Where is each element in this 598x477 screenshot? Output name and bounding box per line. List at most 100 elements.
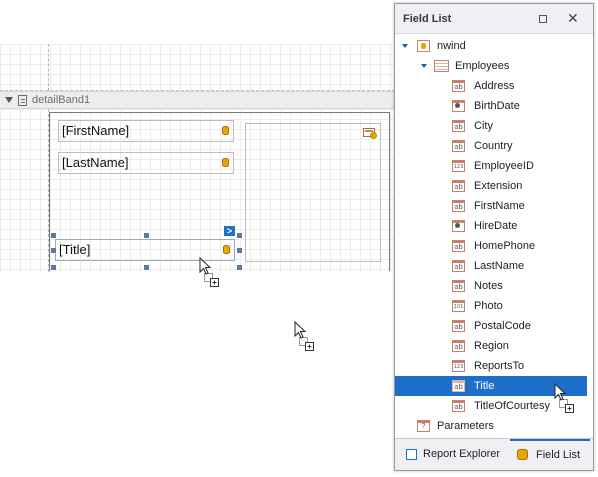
text-field-icon: ab — [452, 320, 465, 332]
resize-handle[interactable] — [237, 248, 242, 253]
lastname-expression: [LastName] — [62, 155, 129, 170]
resize-handle[interactable] — [144, 233, 149, 238]
tree-field-extension[interactable]: ab Extension — [395, 176, 587, 196]
band-collapse-caret-icon[interactable] — [5, 97, 13, 103]
picture-box-control[interactable] — [245, 123, 381, 262]
parameters-label: Parameters — [437, 420, 494, 432]
number-field-icon: 123 — [452, 360, 465, 372]
field-label: Address — [474, 80, 515, 92]
tree-field-notes[interactable]: ab Notes — [395, 276, 587, 296]
resize-handle[interactable] — [51, 265, 56, 270]
parameters-icon: ? — [417, 420, 430, 432]
field-label: Notes — [474, 280, 503, 292]
drag-cursor-icon — [199, 257, 219, 287]
band-label: detailBand1 — [32, 94, 91, 106]
datasource-icon — [417, 40, 430, 52]
tree-field-birthdate[interactable]: BirthDate — [395, 96, 587, 116]
date-field-icon — [452, 220, 465, 232]
drag-cursor-icon — [294, 321, 314, 351]
text-field-icon: ab — [452, 280, 465, 292]
field-label: EmployeeID — [474, 160, 534, 172]
table-label: Employees — [455, 60, 510, 72]
text-field-icon: ab — [452, 200, 465, 212]
tree-field-lastname[interactable]: ab LastName — [395, 256, 587, 276]
top-margin-band[interactable] — [0, 44, 395, 91]
field-label: HomePhone — [474, 240, 536, 252]
resize-handle[interactable] — [237, 233, 242, 238]
database-bound-icon — [223, 245, 230, 254]
tree-field-homephone[interactable]: ab HomePhone — [395, 236, 587, 256]
field-label: Extension — [474, 180, 523, 192]
tree-field-region[interactable]: ab Region — [395, 336, 587, 356]
tree-field-reportsto[interactable]: 123 ReportsTo — [395, 356, 587, 376]
tree-node-table[interactable]: Employees — [395, 56, 587, 76]
text-field-icon: ab — [452, 260, 465, 272]
tree-field-country[interactable]: ab Country — [395, 136, 587, 156]
field-label: PostalCode — [474, 320, 531, 332]
field-tree[interactable]: nwind Employees ab Address BirthDate ab Ci… — [395, 34, 593, 434]
panel-tabs-bar: Report Explorer Field List — [395, 438, 593, 470]
text-field-icon: ab — [452, 400, 465, 412]
field-list-tab-icon — [517, 449, 528, 460]
tree-field-photo[interactable]: 101 Photo — [395, 296, 587, 316]
text-field-icon: ab — [452, 120, 465, 132]
smart-tag-button[interactable]: > — [224, 226, 235, 236]
title-expression: [Title] — [59, 242, 91, 257]
number-field-icon: 123 — [452, 160, 465, 172]
binary-field-icon: 101 — [452, 300, 465, 312]
text-field-icon: ab — [452, 380, 465, 392]
resize-handle[interactable] — [51, 248, 56, 253]
text-field-icon: ab — [452, 240, 465, 252]
text-field-icon: ab — [452, 140, 465, 152]
field-label: Region — [474, 340, 509, 352]
band-icon — [18, 94, 27, 106]
maximize-icon[interactable] — [539, 15, 547, 23]
expand-caret-icon[interactable] — [421, 64, 427, 68]
field-label: LastName — [474, 260, 525, 272]
expand-caret-icon[interactable] — [402, 44, 408, 48]
tree-field-hiredate[interactable]: HireDate — [395, 216, 587, 236]
field-label: Photo — [474, 300, 503, 312]
image-bound-icon — [363, 128, 377, 139]
field-list-title: Field List — [403, 12, 452, 25]
tab-field-list[interactable]: Field List — [510, 439, 590, 470]
field-label: City — [474, 120, 493, 132]
close-icon[interactable]: ✕ — [567, 11, 579, 25]
resize-handle[interactable] — [51, 233, 56, 238]
detail-band-header[interactable]: detailBand1 — [0, 91, 395, 109]
field-label: FirstName — [474, 200, 525, 212]
tree-node-parameters[interactable]: ? Parameters — [395, 416, 587, 436]
field-label: BirthDate — [474, 100, 520, 112]
field-label: Country — [474, 140, 513, 152]
datasource-label: nwind — [437, 40, 466, 52]
lastname-label-control[interactable]: [LastName] — [58, 152, 234, 174]
field-label: Title — [474, 380, 495, 392]
field-label: TitleOfCourtesy — [474, 400, 551, 412]
date-field-icon — [452, 100, 465, 112]
database-bound-icon — [222, 126, 229, 135]
resize-handle[interactable] — [237, 265, 242, 270]
field-list-header[interactable]: Field List ✕ — [395, 4, 593, 34]
field-label: ReportsTo — [474, 360, 525, 372]
database-bound-icon — [222, 158, 229, 167]
table-icon — [434, 60, 449, 72]
text-field-icon: ab — [452, 80, 465, 92]
firstname-expression: [FirstName] — [62, 123, 130, 138]
tree-field-postalcode[interactable]: ab PostalCode — [395, 316, 587, 336]
text-field-icon: ab — [452, 180, 465, 192]
tab-field-list-label: Field List — [536, 449, 581, 461]
tab-report-explorer-label: Report Explorer — [423, 448, 501, 460]
tree-field-employeeid[interactable]: 123 EmployeeID — [395, 156, 587, 176]
tree-field-city[interactable]: ab City — [395, 116, 587, 136]
resize-handle[interactable] — [144, 265, 149, 270]
tree-field-firstname[interactable]: ab FirstName — [395, 196, 587, 216]
tree-field-address[interactable]: ab Address — [395, 76, 587, 96]
firstname-label-control[interactable]: [FirstName] — [58, 120, 234, 142]
report-explorer-icon — [406, 449, 417, 460]
drag-cursor-icon — [554, 383, 574, 413]
tab-report-explorer[interactable]: Report Explorer — [403, 439, 508, 470]
field-list-panel[interactable]: Field List ✕ nwind Employees ab Address B… — [394, 3, 594, 471]
tree-node-datasource[interactable]: nwind — [395, 36, 587, 56]
field-label: HireDate — [474, 220, 518, 232]
text-field-icon: ab — [452, 340, 465, 352]
